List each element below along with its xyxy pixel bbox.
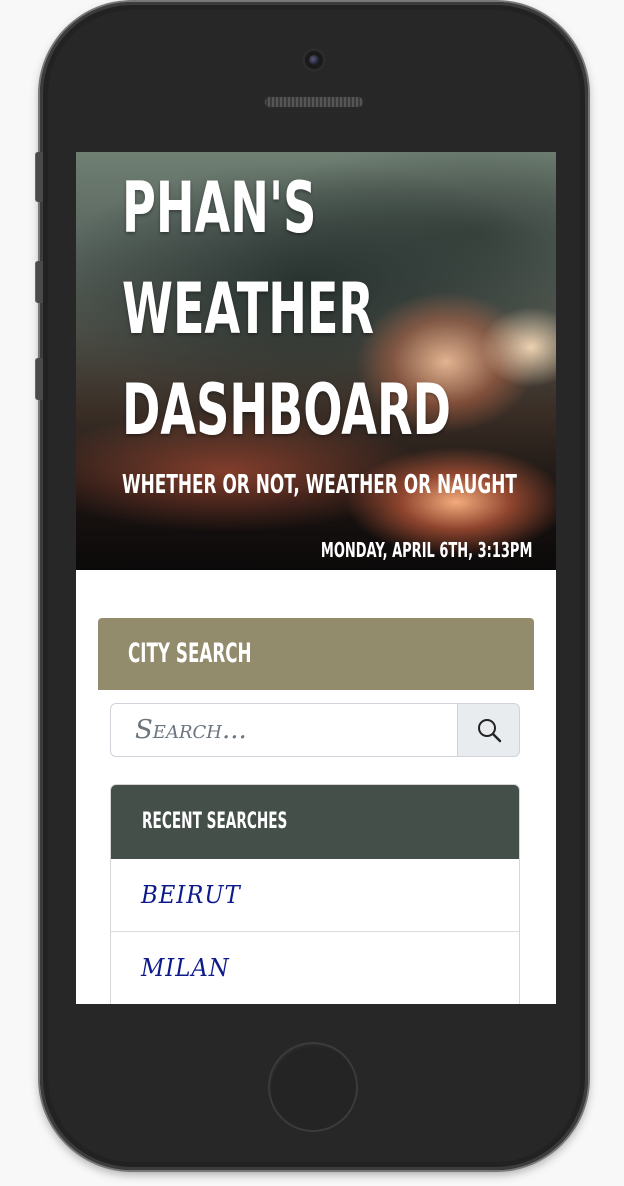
recent-search-label[interactable]: Milan (141, 954, 230, 982)
volume-down-button (35, 358, 43, 400)
search-icon (477, 719, 501, 743)
search-button[interactable] (457, 703, 520, 757)
earpiece-speaker (264, 96, 364, 108)
phone-screen: Phan's Weather Dashboard Whether or not,… (76, 152, 556, 1004)
mute-switch (35, 152, 43, 202)
search-input[interactable] (110, 703, 458, 757)
recent-searches-card: Recent Searches Beirut Milan (110, 784, 520, 1004)
search-group (110, 703, 520, 759)
page-subtitle: Whether or not, weather or naught (122, 470, 517, 500)
front-camera (302, 48, 326, 72)
home-button[interactable] (268, 1042, 358, 1132)
recent-search-item-milan[interactable]: Milan (111, 932, 519, 1004)
recent-search-label[interactable]: Beirut (141, 881, 241, 909)
city-search-title: City Search (128, 638, 252, 669)
hero-banner: Phan's Weather Dashboard Whether or not,… (76, 152, 556, 570)
city-search-header: City Search (98, 618, 534, 690)
page-title: Phan's Weather Dashboard (122, 167, 451, 451)
recent-searches-title: Recent Searches (142, 809, 288, 834)
recent-searches-header: Recent Searches (111, 785, 519, 859)
volume-up-button (35, 261, 43, 303)
recent-search-item-beirut[interactable]: Beirut (111, 859, 519, 932)
current-datetime: Monday, April 6th, 3:13pm (320, 538, 532, 562)
